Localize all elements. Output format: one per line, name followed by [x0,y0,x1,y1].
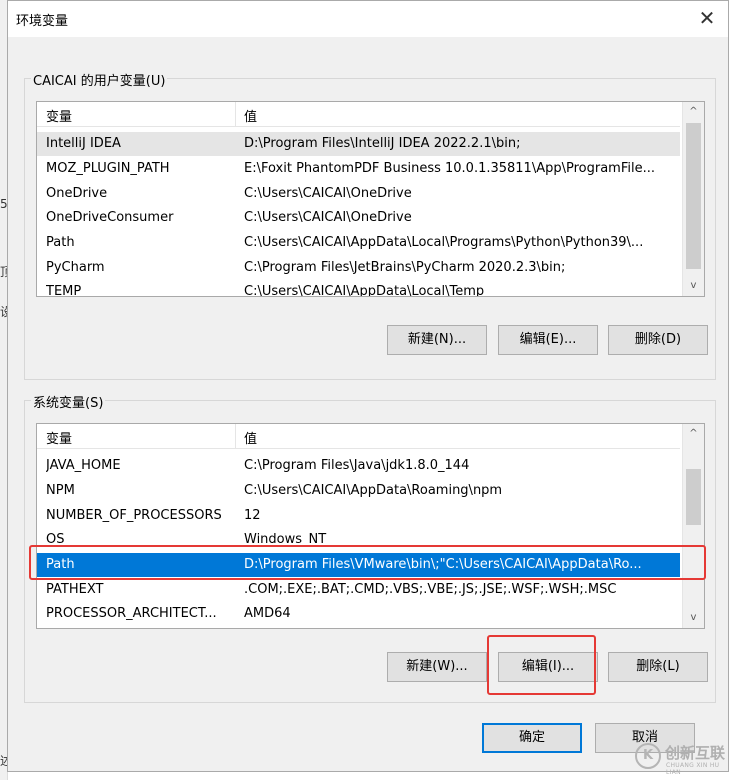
variable-value: C:\Users\CAICAI\AppData\Local\Temp [244,284,485,296]
ok-button[interactable]: 确定 [482,723,582,753]
variable-value: C:\Program Files\Java\jdk1.8.0_144 [244,458,470,473]
highlight-box-path-row [29,545,706,580]
variable-name: PROCESSOR_ARCHITECT... [46,606,217,621]
system-variables-label: 系统变量(S) [31,392,106,411]
column-header-variable[interactable]: 变量 [46,428,72,447]
variable-name: MOZ_PLUGIN_PATH [46,161,170,176]
variable-name: Path [46,235,75,250]
table-row[interactable]: PATHEXT .COM;.EXE;.BAT;.CMD;.VBS;.VBE;.J… [37,578,680,602]
user-variables-group: CAICAI 的用户变量(U) 变量 值 IntelliJ IDEA D:\Pr… [24,70,716,380]
table-row[interactable]: NPM C:\Users\CAICAI\AppData\Roaming\npm [37,479,680,503]
scroll-thumb[interactable] [686,123,701,269]
new-user-variable-button[interactable]: 新建(N)... [387,325,487,355]
variable-value: 12 [244,508,261,523]
column-header-variable[interactable]: 变量 [46,106,72,125]
variable-value: C:\Users\CAICAI\OneDrive [244,210,412,225]
variable-value: AMD64 [244,606,291,621]
window-title: 环境变量 [16,14,69,29]
highlight-box-edit-button [487,635,596,695]
system-variables-list[interactable]: 变量 值 JAVA_HOME C:\Program Files\Java\jdk… [36,423,705,629]
variable-name: NPM [46,483,75,498]
variable-name: TEMP [46,284,82,296]
table-row[interactable]: Path C:\Users\CAICAI\AppData\Local\Progr… [37,231,680,255]
scroll-down-icon[interactable]: v [683,276,704,296]
table-row[interactable]: OneDrive C:\Users\CAICAI\OneDrive [37,182,680,206]
column-header-value[interactable]: 值 [244,428,257,447]
table-row[interactable]: NUMBER_OF_PROCESSORS 12 [37,504,680,528]
watermark-logo-icon: K [635,743,661,769]
watermark-text: 创新互联 [665,744,726,762]
table-row[interactable]: IntelliJ IDEA D:\Program Files\IntelliJ … [37,132,680,156]
table-row[interactable]: TEMP C:\Users\CAICAI\AppData\Local\Temp [37,280,680,296]
delete-system-variable-button[interactable]: 删除(L) [608,652,708,682]
variable-name: OneDrive [46,186,108,201]
scrollbar[interactable]: ^ v [682,102,704,296]
watermark: K 创新互联 CHUANG XIN HU LIAN [635,740,735,776]
column-header-value[interactable]: 值 [244,106,257,125]
delete-user-variable-button[interactable]: 删除(D) [608,325,708,355]
title-bar: 环境变量 ✕ [8,1,728,37]
close-icon[interactable]: ✕ [692,3,722,33]
scroll-thumb[interactable] [686,469,701,525]
variable-value: E:\Foxit PhantomPDF Business 10.0.1.3581… [244,161,655,176]
column-divider[interactable] [235,424,236,448]
list-header: 变量 值 [37,102,680,127]
table-row[interactable]: MOZ_PLUGIN_PATH E:\Foxit PhantomPDF Busi… [37,157,680,181]
variable-name: OneDriveConsumer [46,210,174,225]
variable-name: NUMBER_OF_PROCESSORS [46,508,222,523]
table-row[interactable]: PyCharm C:\Program Files\JetBrains\PyCha… [37,256,680,280]
variable-value: C:\Program Files\JetBrains\PyCharm 2020.… [244,260,566,275]
scrollbar[interactable]: ^ v [682,424,704,628]
table-row[interactable]: JAVA_HOME C:\Program Files\Java\jdk1.8.0… [37,454,680,478]
edit-user-variable-button[interactable]: 编辑(E)... [498,325,598,355]
variable-name: IntelliJ IDEA [46,136,121,151]
variable-name: JAVA_HOME [46,458,121,473]
watermark-subtext: CHUANG XIN HU LIAN [666,762,720,776]
variable-value: C:\Users\CAICAI\AppData\Roaming\npm [244,483,503,498]
table-row[interactable]: PROCESSOR_ARCHITECT... AMD64 [37,602,680,626]
scroll-up-icon[interactable]: ^ [683,102,704,122]
variable-name: PyCharm [46,260,105,275]
scroll-down-icon[interactable]: v [683,608,704,628]
column-divider[interactable] [235,102,236,126]
variable-value: .COM;.EXE;.BAT;.CMD;.VBS;.VBE;.JS;.JSE;.… [244,582,617,597]
new-system-variable-button[interactable]: 新建(W)... [387,652,487,682]
user-variables-list[interactable]: 变量 值 IntelliJ IDEA D:\Program Files\Inte… [36,101,705,297]
user-variables-label: CAICAI 的用户变量(U) [31,70,168,89]
variable-name: PATHEXT [46,582,104,597]
scroll-up-icon[interactable]: ^ [683,424,704,444]
variable-value: C:\Users\CAICAI\AppData\Local\Programs\P… [244,235,644,250]
variable-value: D:\Program Files\IntelliJ IDEA 2022.2.1\… [244,136,521,151]
list-header: 变量 值 [37,424,680,449]
variable-value: C:\Users\CAICAI\OneDrive [244,186,412,201]
table-row[interactable]: OneDriveConsumer C:\Users\CAICAI\OneDriv… [37,206,680,230]
environment-variables-dialog: 环境变量 ✕ CAICAI 的用户变量(U) 变量 值 IntelliJ IDE… [7,0,729,772]
